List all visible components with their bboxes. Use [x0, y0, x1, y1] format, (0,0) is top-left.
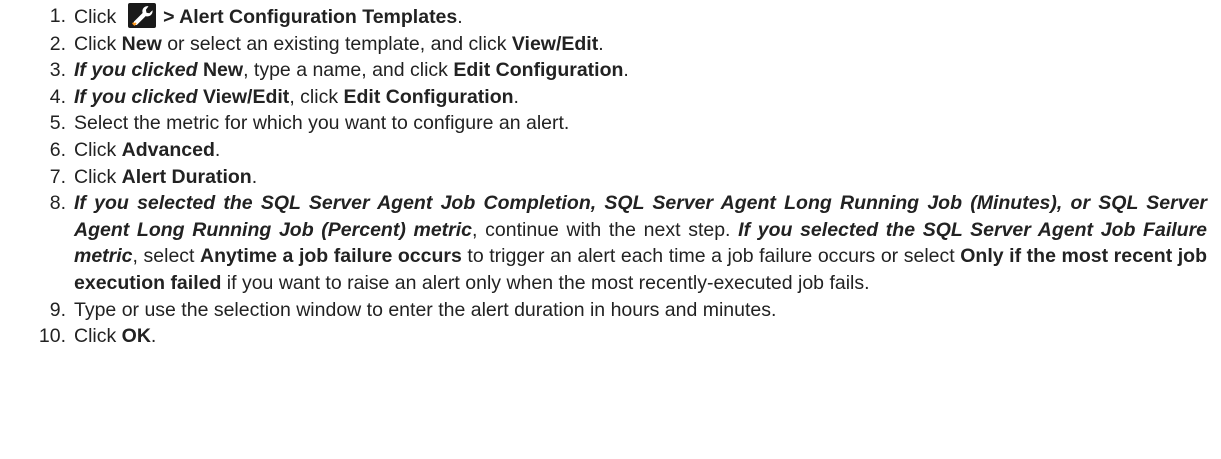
condition-text: If you clicked	[74, 59, 198, 82]
step-number: 7.	[49, 165, 66, 188]
step-number: 2.	[49, 32, 66, 55]
punctuation: .	[251, 165, 258, 188]
procedure-steps: 1. Click > Alert Configuration Templates…	[0, 0, 1221, 350]
step-number: 9.	[49, 298, 66, 321]
step-number: 3.	[49, 59, 66, 82]
advanced-label: Advanced	[121, 138, 215, 161]
menu-path: > Alert Configuration Templates	[163, 6, 458, 28]
step-number: 6.	[49, 138, 66, 161]
step-number: 8.	[49, 192, 66, 215]
step-5: 5. Select the metric for which you want …	[0, 110, 1221, 137]
new-button-label: New	[202, 59, 244, 82]
step-number: 10.	[38, 325, 66, 348]
step-8: 8. If you selected the SQL Server Agent …	[0, 190, 1221, 296]
step-3: 3. If you clicked New, type a name, and …	[0, 57, 1221, 84]
step-text: or select an existing template, and clic…	[161, 32, 512, 55]
step-text: Select the metric for which you want to …	[74, 112, 570, 135]
ok-button-label: OK	[121, 325, 151, 348]
punctuation: .	[598, 32, 604, 55]
alert-duration-label: Alert Duration	[121, 165, 252, 188]
step-text: Click	[74, 32, 122, 55]
punctuation: .	[214, 138, 221, 161]
step-7: 7. Click Alert Duration.	[0, 164, 1221, 191]
anytime-option-label: Anytime a job failure occurs	[200, 245, 462, 268]
edit-configuration-label: Edit Configuration	[343, 85, 514, 108]
punctuation: .	[150, 325, 157, 348]
punctuation: .	[623, 59, 629, 82]
step-1: 1. Click > Alert Configuration Templates…	[0, 3, 1221, 31]
step-text: if you want to raise an alert only when …	[221, 271, 870, 294]
step-text: Click	[74, 165, 122, 188]
step-10: 10. Click OK.	[0, 323, 1221, 350]
punctuation: .	[457, 6, 463, 28]
step-text: Click	[74, 325, 122, 348]
step-2: 2. Click New or select an existing templ…	[0, 31, 1221, 58]
step-text: Click	[74, 6, 117, 28]
wrench-icon	[127, 3, 156, 28]
condition-text: If you clicked	[74, 85, 198, 108]
edit-configuration-label: Edit Configuration	[453, 59, 624, 82]
new-button-label: New	[121, 32, 162, 55]
step-text: Click	[74, 138, 122, 161]
step-number: 4.	[49, 85, 66, 108]
step-4: 4. If you clicked View/Edit, click Edit …	[0, 84, 1221, 111]
step-text: , type a name, and click	[243, 59, 454, 82]
step-number: 1.	[49, 5, 66, 27]
step-6: 6. Click Advanced.	[0, 137, 1221, 164]
step-text: Type or use the selection window to ente…	[74, 298, 777, 321]
step-9: 9. Type or use the selection window to e…	[0, 297, 1221, 324]
view-edit-button-label: View/Edit	[511, 32, 599, 55]
step-text: to trigger an alert each time a job fail…	[461, 245, 961, 268]
step-number: 5.	[49, 112, 66, 135]
punctuation: .	[513, 85, 519, 108]
step-text: , continue with the next step.	[472, 218, 739, 241]
step-text: , select	[132, 245, 201, 268]
step-text: , click	[289, 85, 344, 108]
view-edit-button-label: View/Edit	[202, 85, 290, 108]
